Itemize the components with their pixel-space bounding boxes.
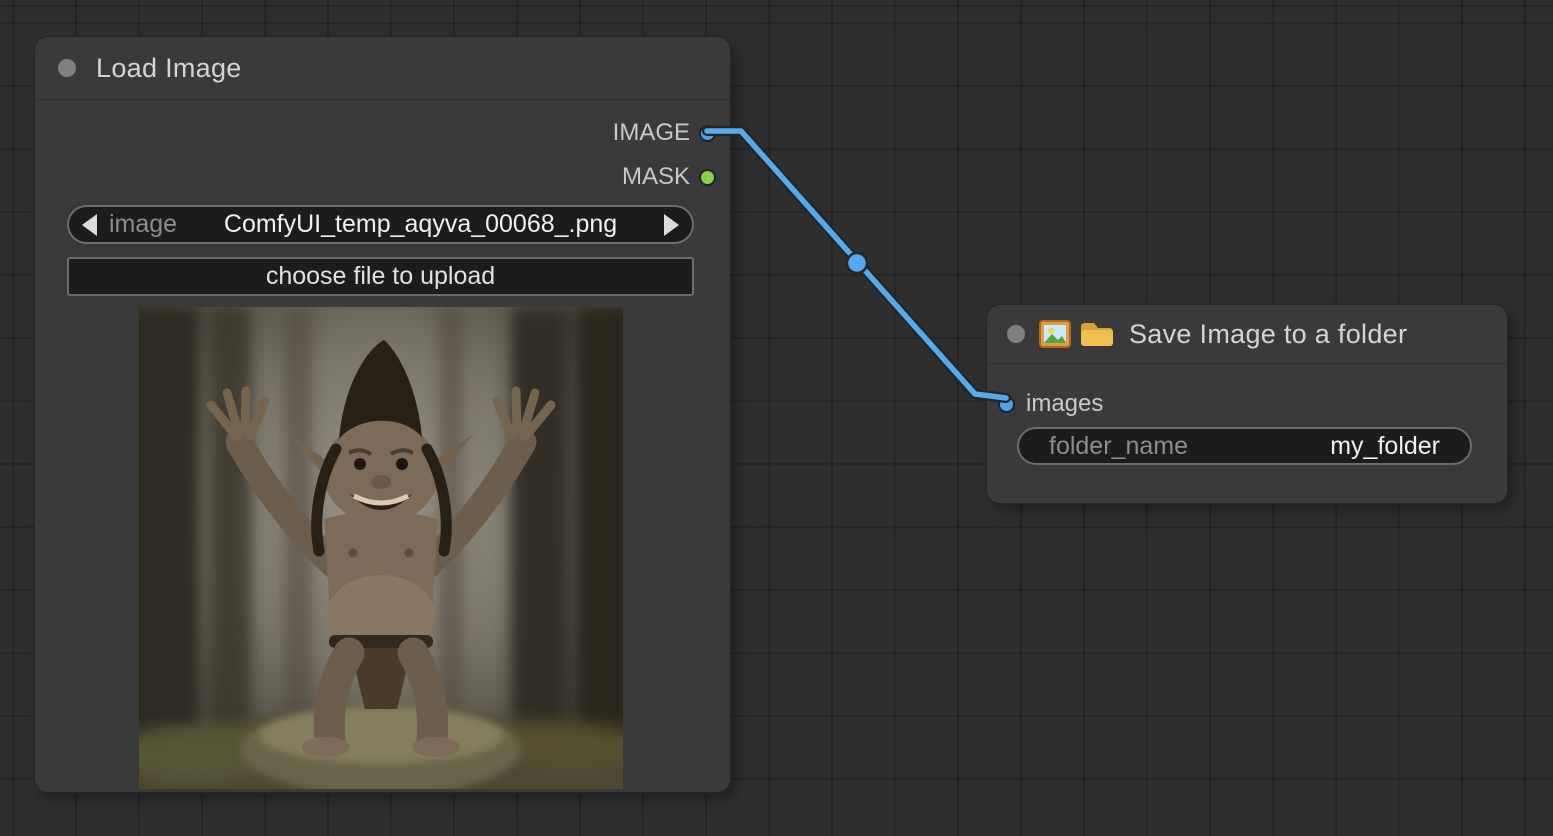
troll-forest-illustration (139, 307, 623, 789)
node-load-image[interactable]: Load Image IMAGE MASK image ComfyUI_temp… (35, 37, 730, 792)
node-save-image-to-folder[interactable]: Save Image to a folder images folder_nam… (987, 305, 1507, 503)
save-node-title-bar[interactable]: Save Image to a folder (987, 305, 1507, 364)
input-label-images: images (1026, 390, 1103, 418)
image-combo-value: ComfyUI_temp_aqyva_00068_.png (177, 210, 664, 239)
output-label-image: IMAGE (613, 119, 690, 147)
load-image-title-bar[interactable]: Load Image (35, 37, 730, 100)
choose-file-button-label: choose file to upload (266, 262, 495, 291)
folder-name-value: my_folder (1330, 432, 1440, 461)
collapse-dot[interactable] (58, 59, 76, 77)
image-combo-label: image (109, 210, 177, 239)
image-output-port[interactable] (699, 125, 716, 142)
mask-output-port[interactable] (699, 169, 716, 186)
node-title: Save Image to a folder (1129, 319, 1407, 350)
image-preview (139, 307, 623, 789)
output-label-mask: MASK (622, 163, 690, 191)
folder-name-widget[interactable]: folder_name my_folder (1017, 427, 1472, 465)
input-slot-images: images (998, 390, 1103, 418)
folder-name-label: folder_name (1049, 432, 1188, 461)
output-slot-image: IMAGE (613, 119, 716, 147)
next-image-arrow-icon[interactable] (664, 214, 679, 236)
node-graph-canvas[interactable]: Load Image IMAGE MASK image ComfyUI_temp… (0, 0, 1553, 836)
framed-picture-icon (1039, 320, 1071, 348)
image-combo-widget[interactable]: image ComfyUI_temp_aqyva_00068_.png (67, 205, 694, 244)
prev-image-arrow-icon[interactable] (82, 214, 97, 236)
node-title: Load Image (96, 53, 242, 84)
choose-file-button[interactable]: choose file to upload (67, 257, 694, 296)
images-input-port[interactable] (998, 396, 1015, 413)
output-slot-mask: MASK (622, 163, 716, 191)
link-midpoint-dot[interactable] (847, 253, 867, 273)
folder-icon (1079, 320, 1113, 348)
collapse-dot[interactable] (1007, 325, 1025, 343)
